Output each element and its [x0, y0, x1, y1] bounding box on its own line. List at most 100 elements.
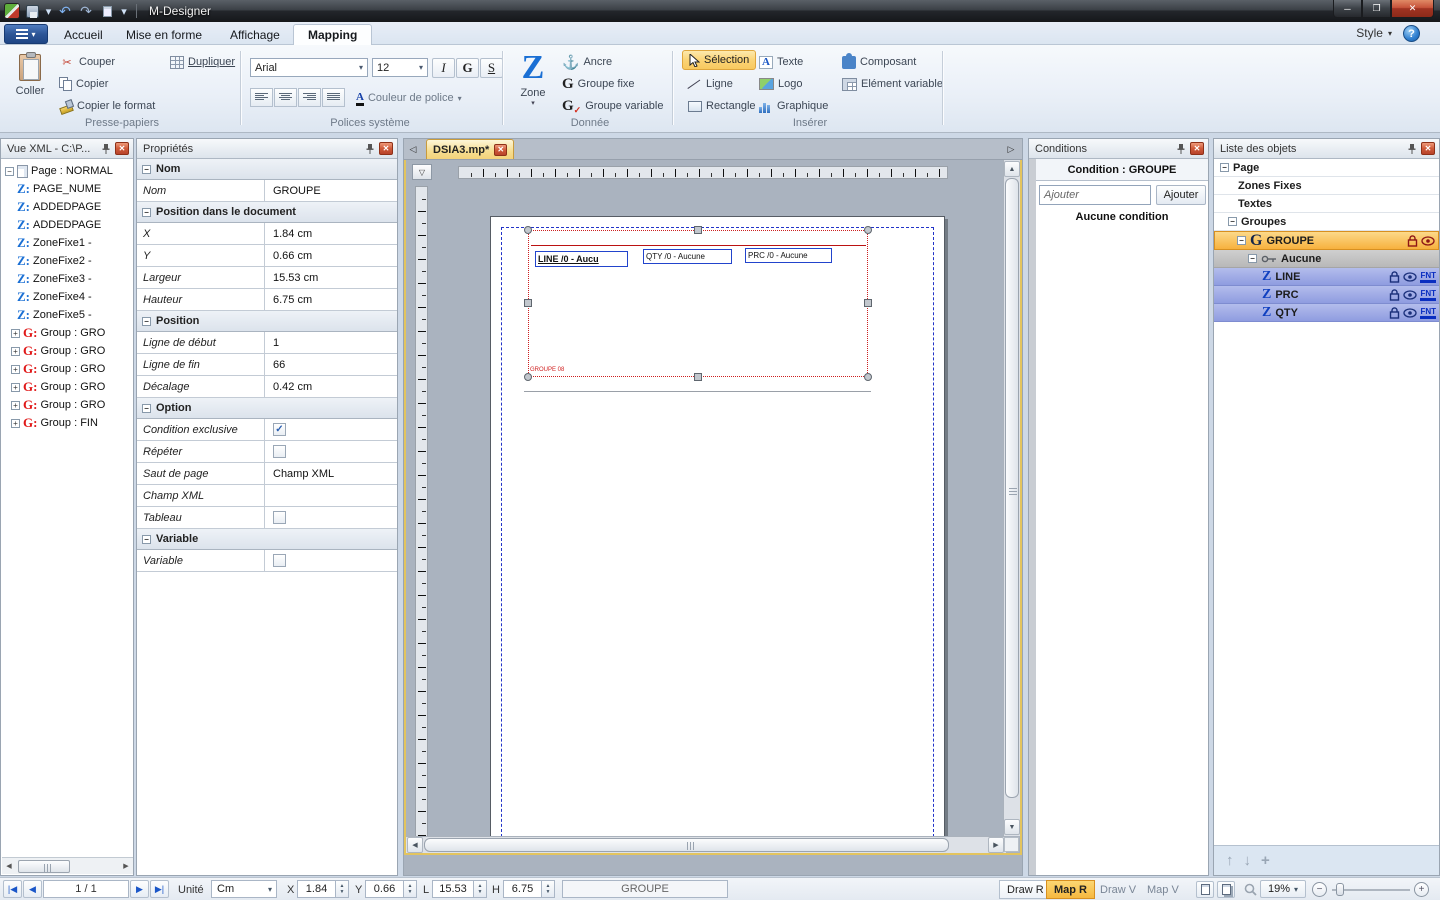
italic-button[interactable]: I	[432, 58, 455, 78]
font-icon[interactable]: FNT	[1420, 307, 1436, 319]
expander-icon[interactable]: +	[11, 329, 20, 338]
tree-item[interactable]: −Page : NORMAL	[1, 162, 133, 180]
next-page-button[interactable]: ▶	[130, 880, 149, 898]
close-icon[interactable]: ✕	[379, 142, 393, 155]
element-variable-button[interactable]: Elément variable	[838, 74, 947, 94]
tree-item[interactable]: +G:Group : FIN	[1, 414, 133, 432]
tab-mapping[interactable]: Mapping	[293, 24, 372, 45]
lock-icon[interactable]	[1407, 235, 1418, 247]
eye-icon[interactable]	[1403, 272, 1417, 282]
scroll-right-icon[interactable]: ▶	[988, 837, 1004, 853]
scroll-up-icon[interactable]: ▲	[1004, 161, 1020, 177]
horizontal-scrollbar[interactable]: ◀ ▶	[2, 857, 133, 874]
h-spinner[interactable]: ▲▼	[542, 880, 555, 898]
undo-icon[interactable]: ↶	[56, 3, 74, 20]
align-left-button[interactable]	[250, 88, 273, 107]
application-menu-button[interactable]: ▾	[4, 24, 48, 44]
tree-item[interactable]: Z:ZoneFixe2 -	[1, 252, 133, 270]
resize-handle-se[interactable]	[864, 373, 872, 381]
collapse-icon[interactable]: −	[142, 208, 151, 217]
zone-prc[interactable]: PRC /0 - Aucune	[745, 248, 832, 263]
scrollbar-thumb[interactable]	[18, 860, 70, 873]
pin-icon[interactable]	[100, 143, 112, 155]
condition-add-button[interactable]: Ajouter	[1156, 185, 1206, 205]
property-value[interactable]: 6.75 cm	[265, 289, 397, 310]
zoom-out-button[interactable]: −	[1312, 882, 1327, 897]
redo-icon[interactable]: ↷	[77, 3, 95, 20]
object-row-textes[interactable]: Textes	[1214, 195, 1439, 213]
close-icon[interactable]: ✕	[1190, 142, 1204, 155]
lock-icon[interactable]	[1389, 271, 1400, 283]
property-value[interactable]: 1.84 cm	[265, 223, 397, 244]
move-up-icon[interactable]: ↑	[1226, 852, 1234, 869]
section-header[interactable]: −Position dans le document	[137, 202, 397, 223]
preview-icon[interactable]	[98, 3, 116, 20]
resize-handle-n[interactable]	[694, 226, 702, 234]
bold-button[interactable]: G	[456, 58, 479, 78]
first-page-button[interactable]: |◀	[3, 880, 22, 898]
object-row-zones-fixes[interactable]: Zones Fixes	[1214, 177, 1439, 195]
resize-handle-nw[interactable]	[524, 226, 532, 234]
document-tab[interactable]: DSIA3.mp* ✕	[426, 139, 514, 159]
section-header[interactable]: −Option	[137, 398, 397, 419]
underline-button[interactable]: S	[480, 58, 503, 78]
property-value[interactable]: 0.42 cm	[265, 376, 397, 397]
eye-icon[interactable]	[1421, 236, 1435, 246]
add-icon[interactable]: +	[1261, 852, 1270, 869]
vertical-scrollbar[interactable]: ▲ ▼	[1003, 160, 1020, 836]
font-icon[interactable]: FNT	[1420, 289, 1436, 301]
object-row-aucune[interactable]: − Aucune	[1214, 250, 1439, 268]
coller-button[interactable]: Coller	[8, 50, 52, 116]
collapse-icon[interactable]: −	[142, 165, 151, 174]
scroll-right-icon[interactable]: ▶	[119, 862, 133, 870]
resize-handle-w[interactable]	[524, 299, 532, 307]
property-value[interactable]: 15.53 cm	[265, 267, 397, 288]
font-color-button[interactable]: A Couleur de police ▾	[352, 88, 466, 108]
resize-handle-sw[interactable]	[524, 373, 532, 381]
lock-icon[interactable]	[1389, 307, 1400, 319]
single-page-view-button[interactable]	[1196, 881, 1214, 898]
font-family-combo[interactable]: Arial▾	[250, 58, 368, 77]
mode-map-v[interactable]: Map V	[1139, 880, 1187, 899]
scroll-left-icon[interactable]: ◀	[2, 862, 16, 870]
collapse-icon[interactable]: −	[142, 317, 151, 326]
tree-item[interactable]: +G:Group : GRO	[1, 378, 133, 396]
zone-line[interactable]: LINE /0 - Aucu	[535, 251, 628, 267]
tab-affichage[interactable]: Affichage	[216, 24, 294, 45]
l-field[interactable]: 15.53	[432, 880, 474, 898]
align-right-button[interactable]	[298, 88, 321, 107]
zoom-level-dropdown[interactable]: 19%▾	[1260, 880, 1306, 898]
tree-item[interactable]: Z:ZoneFixe1 -	[1, 234, 133, 252]
document-page[interactable]: LINE /0 - Aucu QTY /0 - Aucune PRC /0 - …	[490, 216, 945, 855]
tree-item[interactable]: +G:Group : GRO	[1, 342, 133, 360]
pin-icon[interactable]	[1406, 143, 1418, 155]
tree-item[interactable]: Z:ADDEDPAGE	[1, 198, 133, 216]
tree-item[interactable]: Z:ZoneFixe5 -	[1, 306, 133, 324]
tab-close-icon[interactable]: ✕	[494, 144, 507, 156]
magnifier-icon[interactable]	[1241, 881, 1259, 898]
property-value[interactable]: 0.66 cm	[265, 245, 397, 266]
multi-page-view-button[interactable]	[1217, 881, 1235, 898]
rectangle-button[interactable]: Rectangle	[684, 96, 760, 116]
align-center-button[interactable]	[274, 88, 297, 107]
ligne-button[interactable]: Ligne	[684, 74, 737, 94]
x-spinner[interactable]: ▲▼	[336, 880, 349, 898]
property-value[interactable]: 66	[265, 354, 397, 375]
last-page-button[interactable]: ▶|	[150, 880, 169, 898]
dupliquer-button[interactable]: Dupliquer	[166, 52, 239, 72]
tree-item[interactable]: +G:Group : GRO	[1, 324, 133, 342]
collapse-icon[interactable]: −	[142, 535, 151, 544]
tab-scroll-left-icon[interactable]: ◁	[406, 144, 420, 155]
tree-item[interactable]: Z:PAGE_NUME	[1, 180, 133, 198]
scroll-left-icon[interactable]: ◀	[407, 837, 423, 853]
ancre-button[interactable]: ⚓ Ancre	[558, 52, 616, 72]
qat-options-icon[interactable]: ▾	[119, 3, 129, 20]
expander-icon[interactable]: −	[1220, 163, 1229, 172]
object-row-line[interactable]: Z LINE FNT	[1214, 268, 1439, 286]
maximize-button[interactable]: ❐	[1362, 0, 1391, 18]
app-icon[interactable]	[4, 3, 20, 19]
tree-item[interactable]: +G:Group : GRO	[1, 360, 133, 378]
tab-mise-en-forme[interactable]: Mise en forme	[112, 24, 216, 45]
mode-draw-r[interactable]: Draw R	[999, 880, 1052, 899]
resize-handle-s[interactable]	[694, 373, 702, 381]
